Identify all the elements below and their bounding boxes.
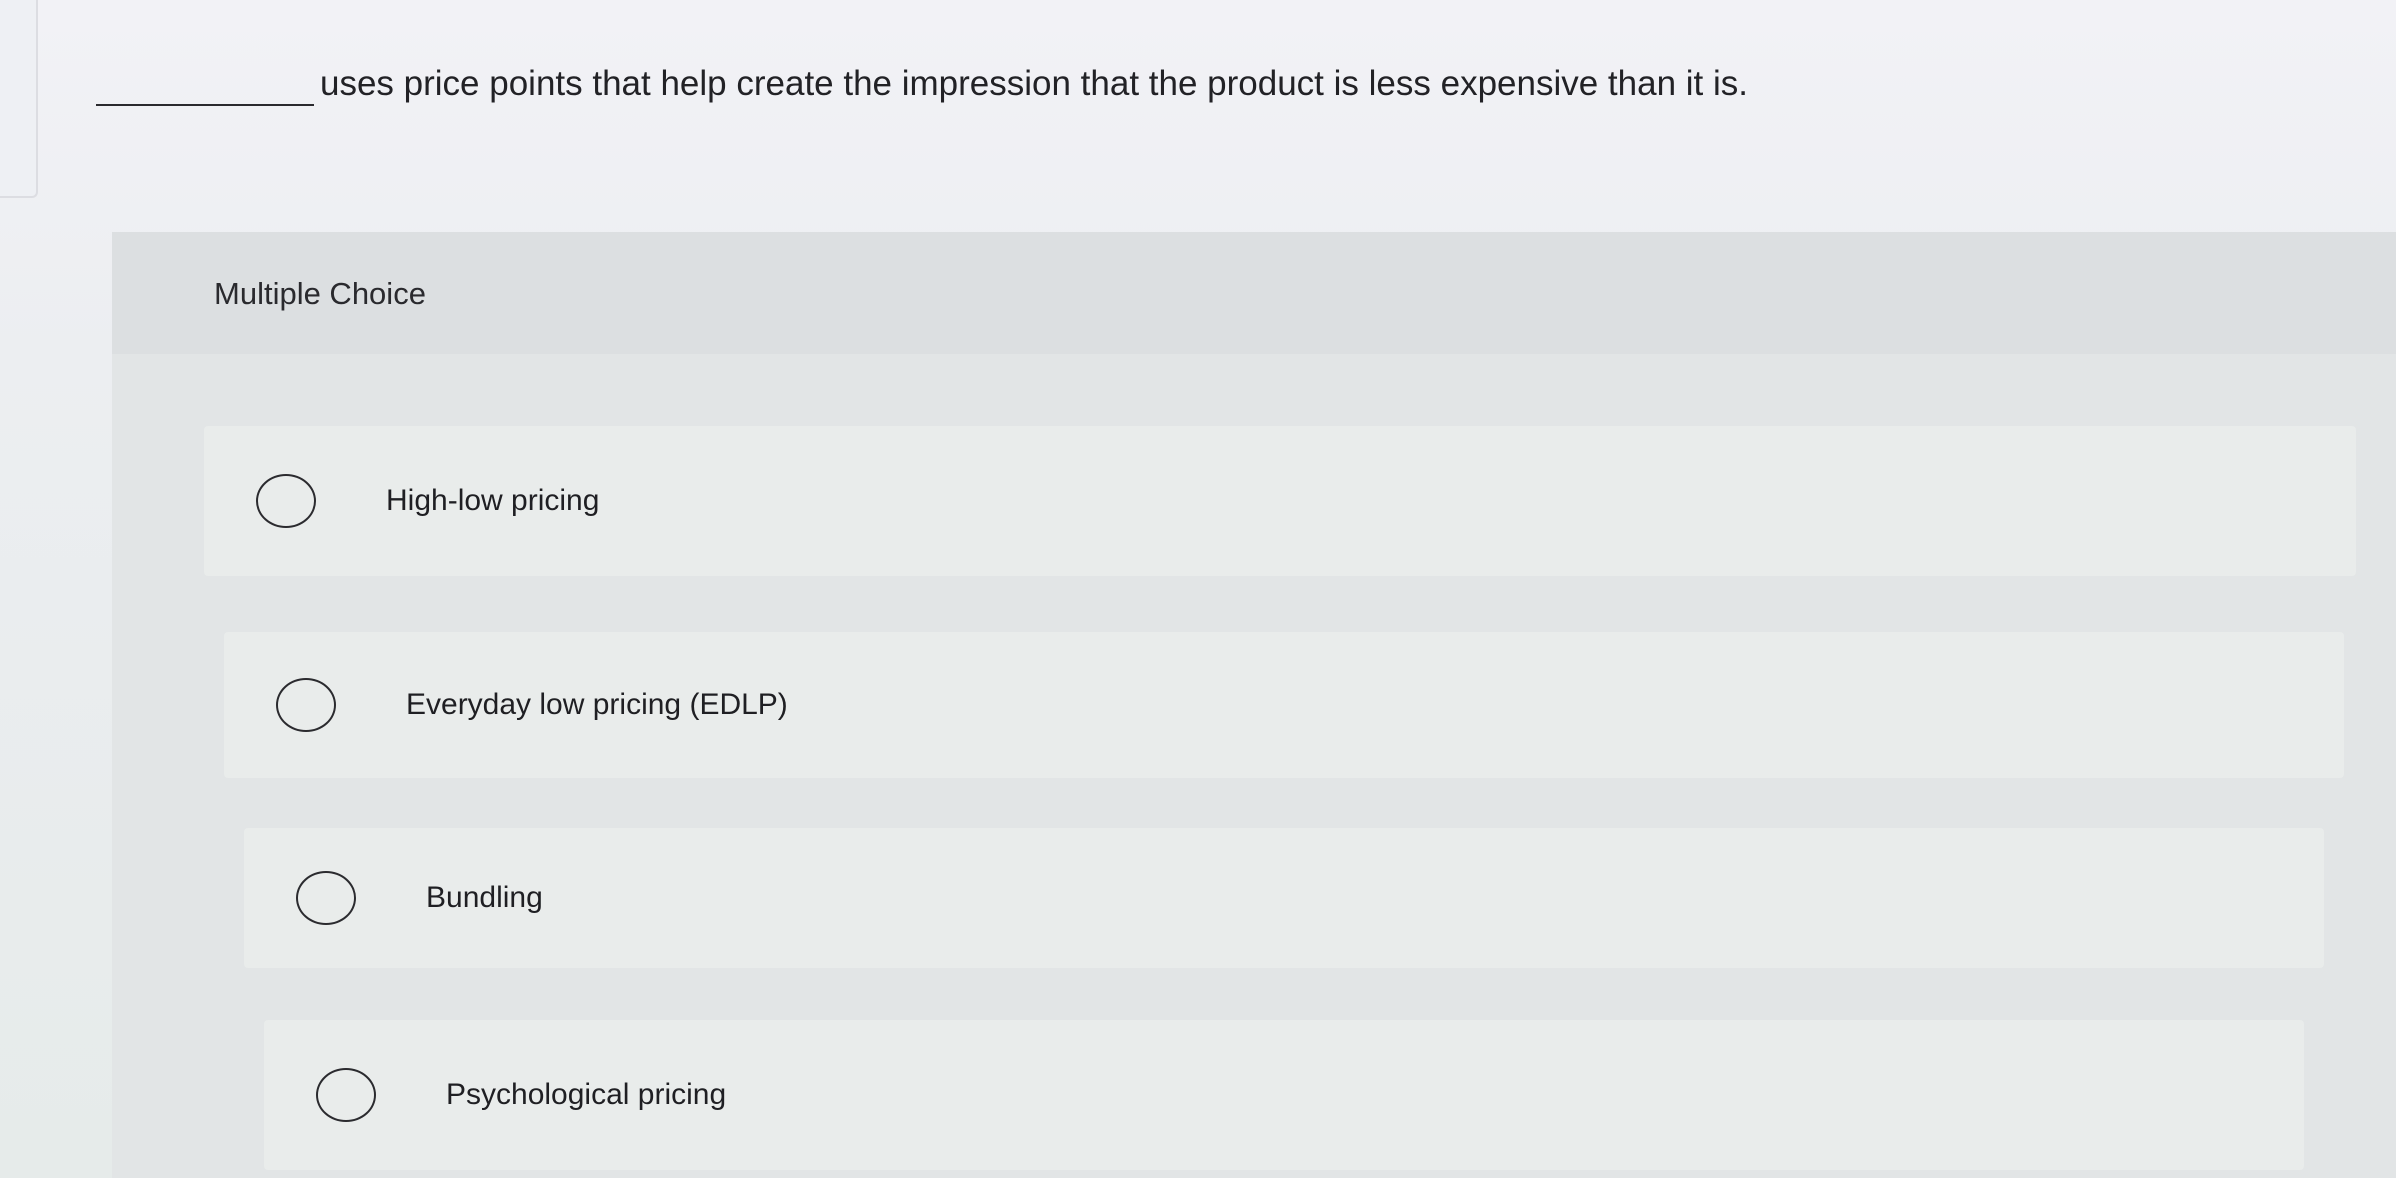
- question-stem: uses price points that help create the i…: [96, 62, 1748, 106]
- option-label: Psychological pricing: [446, 1078, 727, 1111]
- answer-option-bundling[interactable]: Bundling: [244, 828, 2324, 968]
- option-label: Everyday low pricing (EDLP): [406, 688, 788, 721]
- answer-option-psychological-pricing[interactable]: Psychological pricing: [264, 1020, 2304, 1170]
- answer-panel-header: Multiple Choice: [112, 232, 2396, 354]
- radio-button-icon[interactable]: [256, 474, 316, 528]
- radio-button-icon[interactable]: [316, 1068, 376, 1122]
- answer-option-edlp[interactable]: Everyday low pricing (EDLP): [224, 632, 2344, 778]
- option-label: Bundling: [426, 881, 543, 914]
- option-label: High-low pricing: [386, 484, 600, 517]
- radio-button-icon[interactable]: [276, 678, 336, 732]
- question-text: uses price points that help create the i…: [320, 64, 1748, 103]
- quiz-page: uses price points that help create the i…: [0, 0, 2396, 1178]
- answer-blank: [96, 68, 314, 106]
- left-panel-edge: [0, 0, 38, 198]
- multiple-choice-label: Multiple Choice: [214, 276, 426, 311]
- answer-option-high-low-pricing[interactable]: High-low pricing: [204, 426, 2356, 576]
- radio-button-icon[interactable]: [296, 871, 356, 925]
